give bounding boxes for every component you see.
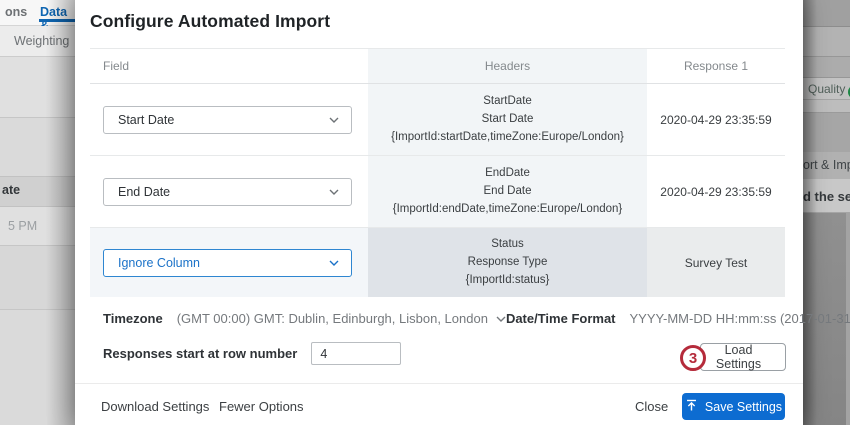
background-subnav: Weighting	[0, 26, 76, 57]
datetime-format-select[interactable]: YYYY-MM-DD HH:mm:ss (2017-01-31 01:05:04…	[630, 311, 850, 326]
table-row-field-cell: End Date	[90, 156, 368, 228]
timezone-select[interactable]: (GMT 00:00) GMT: Dublin, Edinburgh, Lisb…	[177, 311, 488, 326]
table-row-response-cell: 2020-04-29 23:35:59	[647, 156, 785, 228]
footer-divider	[75, 383, 803, 384]
field-select-ignore-column[interactable]: Ignore Column	[103, 249, 352, 277]
tab-partial[interactable]: ons	[5, 5, 27, 19]
save-settings-label: Save Settings	[705, 400, 782, 414]
close-button[interactable]: Close	[635, 399, 668, 414]
column-header-response1: Response 1	[647, 49, 785, 84]
chevron-down-icon[interactable]	[496, 316, 506, 322]
table-row-field-cell-highlighted: Ignore Column	[90, 228, 368, 297]
timezone-label: Timezone	[103, 311, 163, 326]
responses-start-label: Responses start at row number	[103, 346, 297, 361]
background-right-panel: Quality1 ort & Imp d the sem	[803, 0, 850, 425]
dialog-title: Configure Automated Import	[90, 11, 330, 32]
table-row-response-cell: 2020-04-29 23:35:59	[647, 84, 785, 156]
background-band	[803, 0, 850, 27]
column-header-field: Field	[90, 49, 368, 84]
subnav-item-weighting[interactable]: Weighting	[14, 34, 69, 48]
save-settings-button[interactable]: Save Settings	[682, 393, 785, 420]
datetime-format-label: Date/Time Format	[506, 311, 616, 326]
background-left-panel: ons Data & Weighting ate 5 PM	[0, 0, 76, 425]
background-band	[0, 310, 76, 425]
field-select-end-date[interactable]: End Date	[103, 178, 352, 206]
background-band	[803, 27, 850, 57]
background-band	[0, 57, 76, 118]
chevron-down-icon	[329, 117, 339, 123]
background-band	[803, 113, 850, 152]
background-text-fragment: d the sem	[803, 189, 850, 204]
background-column-header-fragment: ate	[2, 183, 20, 197]
table-row-field-cell: Start Date	[90, 84, 368, 156]
responses-start-row: Responses start at row number	[103, 342, 401, 365]
background-cell-fragment: 5 PM	[8, 219, 37, 233]
timezone-format-row: Timezone (GMT 00:00) GMT: Dublin, Edinbu…	[103, 311, 785, 326]
chevron-down-icon	[329, 189, 339, 195]
background-band	[803, 57, 850, 78]
field-select-start-date[interactable]: Start Date	[103, 106, 352, 134]
background-import-fragment: ort & Imp	[803, 158, 850, 172]
active-tab-underline	[39, 19, 76, 22]
column-header-headers: Headers	[368, 49, 647, 84]
upload-icon	[685, 399, 698, 415]
download-settings-link[interactable]: Download Settings	[101, 399, 209, 414]
background-band	[0, 246, 76, 310]
screen: ons Data & Weighting ate 5 PM Quality1 o…	[0, 0, 850, 425]
table-row-headers-cell-highlighted: Status Response Type {ImportId:status}	[368, 228, 647, 297]
annotation-step-badge: 3	[680, 345, 706, 371]
fewer-options-link[interactable]: Fewer Options	[219, 399, 304, 414]
table-row-response-cell-highlighted: Survey Test	[647, 228, 785, 297]
background-band	[803, 100, 850, 113]
chevron-down-icon	[329, 260, 339, 266]
background-band	[0, 118, 76, 176]
configure-automated-import-dialog: Configure Automated Import Field Headers…	[75, 0, 803, 425]
load-settings-button[interactable]: Load Settings	[700, 343, 786, 371]
table-row-headers-cell: StartDate Start Date {ImportId:startDate…	[368, 84, 647, 156]
background-tab-bar: ons Data &	[0, 0, 76, 26]
row-number-input[interactable]	[311, 342, 401, 365]
field-mapping-table: Field Headers Response 1 Start Date Star…	[90, 48, 785, 297]
table-row-headers-cell: EndDate End Date {ImportId:endDate,timeZ…	[368, 156, 647, 228]
quality-tab-fragment[interactable]: Quality1	[808, 82, 850, 99]
